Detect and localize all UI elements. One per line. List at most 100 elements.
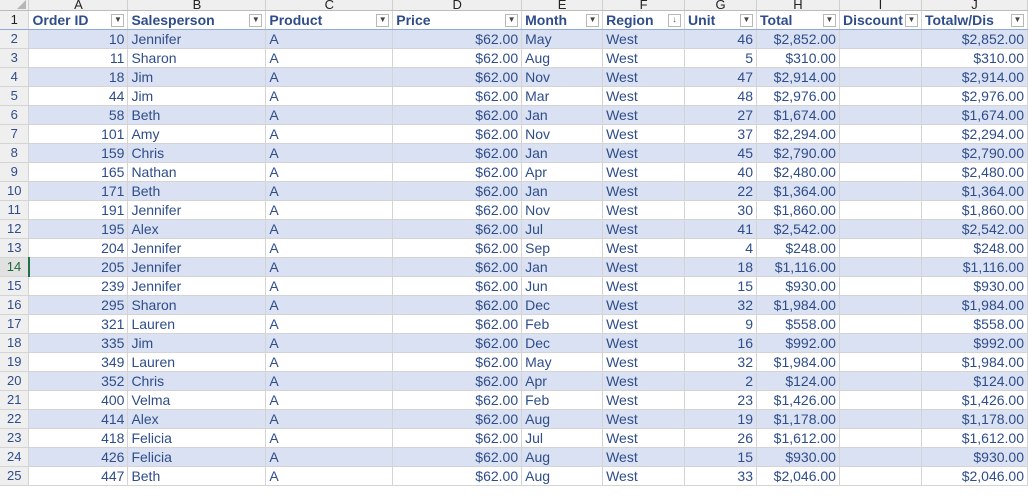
cell-discount[interactable] [839, 238, 922, 258]
cell-price[interactable]: $62.00 [392, 48, 523, 68]
cell-unit[interactable]: 19 [684, 409, 757, 429]
cell-salesperson[interactable]: Sharon [127, 48, 267, 68]
cell-product[interactable]: A [265, 409, 394, 429]
cell-price[interactable]: $62.00 [392, 333, 523, 353]
cell-unit[interactable]: 45 [684, 143, 757, 163]
column-header[interactable]: I [839, 0, 922, 11]
filter-dropdown-icon[interactable]: ▼ [740, 13, 753, 27]
cell-unit[interactable]: 2 [684, 371, 757, 391]
header-cell-discount[interactable]: Discount ▼ [839, 10, 922, 30]
cell-price[interactable]: $62.00 [392, 447, 523, 467]
column-header[interactable]: J [921, 0, 1028, 11]
cell-salesperson[interactable]: Beth [127, 105, 267, 125]
row-number[interactable]: 24 [0, 447, 30, 467]
cell-unit[interactable]: 18 [684, 257, 757, 277]
cell-salesperson[interactable]: Jim [127, 333, 267, 353]
cell-price[interactable]: $62.00 [392, 67, 523, 87]
cell-product[interactable]: A [265, 295, 394, 315]
cell-total[interactable]: $310.00 [756, 48, 840, 68]
cell-salesperson[interactable]: Jennifer [127, 276, 267, 296]
cell-order-id[interactable]: 44 [28, 86, 129, 106]
cell-unit[interactable]: 16 [684, 333, 757, 353]
cell-total[interactable]: $930.00 [756, 447, 840, 467]
row-number[interactable]: 20 [0, 371, 30, 391]
cell-total-w-dis[interactable]: $1,426.00 [921, 390, 1028, 410]
column-header[interactable]: F [602, 0, 686, 11]
cell-total-w-dis[interactable]: $992.00 [921, 333, 1028, 353]
cell-total-w-dis[interactable]: $310.00 [921, 48, 1028, 68]
cell-month[interactable]: Apr [521, 371, 604, 391]
cell-region[interactable]: West [602, 48, 686, 68]
cell-month[interactable]: Aug [521, 48, 604, 68]
cell-salesperson[interactable]: Beth [127, 181, 267, 201]
cell-total[interactable]: $1,116.00 [756, 257, 840, 277]
cell-total-w-dis[interactable]: $1,860.00 [921, 200, 1028, 220]
cell-total[interactable]: $2,914.00 [756, 67, 840, 87]
cell-price[interactable]: $62.00 [392, 105, 523, 125]
cell-discount[interactable] [839, 352, 922, 372]
cell-discount[interactable] [839, 143, 922, 163]
cell-region[interactable]: West [602, 466, 686, 486]
row-number[interactable]: 9 [0, 162, 30, 182]
cell-total-w-dis[interactable]: $1,674.00 [921, 105, 1028, 125]
cell-product[interactable]: A [265, 466, 394, 486]
header-cell-total-w-dis[interactable]: Totalw/Dis ▼ [921, 10, 1028, 30]
column-header[interactable]: H [756, 0, 840, 11]
cell-total-w-dis[interactable]: $930.00 [921, 447, 1028, 467]
cell-product[interactable]: A [265, 67, 394, 87]
cell-salesperson[interactable]: Jennifer [127, 257, 267, 277]
cell-discount[interactable] [839, 86, 922, 106]
cell-region[interactable]: West [602, 390, 686, 410]
cell-salesperson[interactable]: Felicia [127, 428, 267, 448]
cell-price[interactable]: $62.00 [392, 295, 523, 315]
cell-region[interactable]: West [602, 105, 686, 125]
header-cell-order-id[interactable]: Order ID ▼ [28, 10, 129, 30]
cell-region[interactable]: West [602, 333, 686, 353]
cell-product[interactable]: A [265, 105, 394, 125]
cell-product[interactable]: A [265, 48, 394, 68]
header-cell-unit[interactable]: Unit ▼ [684, 10, 757, 30]
cell-unit[interactable]: 15 [684, 276, 757, 296]
row-number[interactable]: 5 [0, 86, 30, 106]
row-number[interactable]: 23 [0, 428, 30, 448]
cell-unit[interactable]: 23 [684, 390, 757, 410]
cell-price[interactable]: $62.00 [392, 162, 523, 182]
cell-total[interactable]: $1,984.00 [756, 352, 840, 372]
cell-salesperson[interactable]: Lauren [127, 352, 267, 372]
cell-order-id[interactable]: 321 [28, 314, 129, 334]
cell-discount[interactable] [839, 333, 922, 353]
cell-total-w-dis[interactable]: $2,976.00 [921, 86, 1028, 106]
column-header[interactable]: D [392, 0, 523, 11]
cell-order-id[interactable]: 205 [28, 257, 129, 277]
cell-total[interactable]: $1,674.00 [756, 105, 840, 125]
cell-total[interactable]: $1,178.00 [756, 409, 840, 429]
cell-total-w-dis[interactable]: $2,914.00 [921, 67, 1028, 87]
cell-month[interactable]: Dec [521, 295, 604, 315]
filter-dropdown-icon[interactable]: ▼ [586, 13, 600, 27]
cell-total[interactable]: $2,542.00 [756, 219, 840, 239]
cell-total[interactable]: $558.00 [756, 314, 840, 334]
cell-price[interactable]: $62.00 [392, 124, 523, 144]
row-number[interactable]: 16 [0, 295, 30, 315]
cell-order-id[interactable]: 10 [28, 29, 129, 49]
cell-month[interactable]: Feb [521, 314, 604, 334]
cell-region[interactable]: West [602, 86, 686, 106]
cell-order-id[interactable]: 165 [28, 162, 129, 182]
cell-discount[interactable] [839, 371, 922, 391]
row-number[interactable]: 1 [0, 10, 30, 30]
cell-discount[interactable] [839, 105, 922, 125]
cell-order-id[interactable]: 11 [28, 48, 129, 68]
cell-price[interactable]: $62.00 [392, 219, 523, 239]
cell-unit[interactable]: 26 [684, 428, 757, 448]
cell-product[interactable]: A [265, 257, 394, 277]
cell-month[interactable]: Jul [521, 428, 604, 448]
cell-salesperson[interactable]: Nathan [127, 162, 267, 182]
cell-total[interactable]: $2,480.00 [756, 162, 840, 182]
cell-discount[interactable] [839, 124, 922, 144]
cell-product[interactable]: A [265, 143, 394, 163]
row-number[interactable]: 3 [0, 48, 30, 68]
cell-total-w-dis[interactable]: $124.00 [921, 371, 1028, 391]
column-header[interactable]: E [521, 0, 604, 11]
cell-order-id[interactable]: 58 [28, 105, 129, 125]
cell-total[interactable]: $2,852.00 [756, 29, 840, 49]
